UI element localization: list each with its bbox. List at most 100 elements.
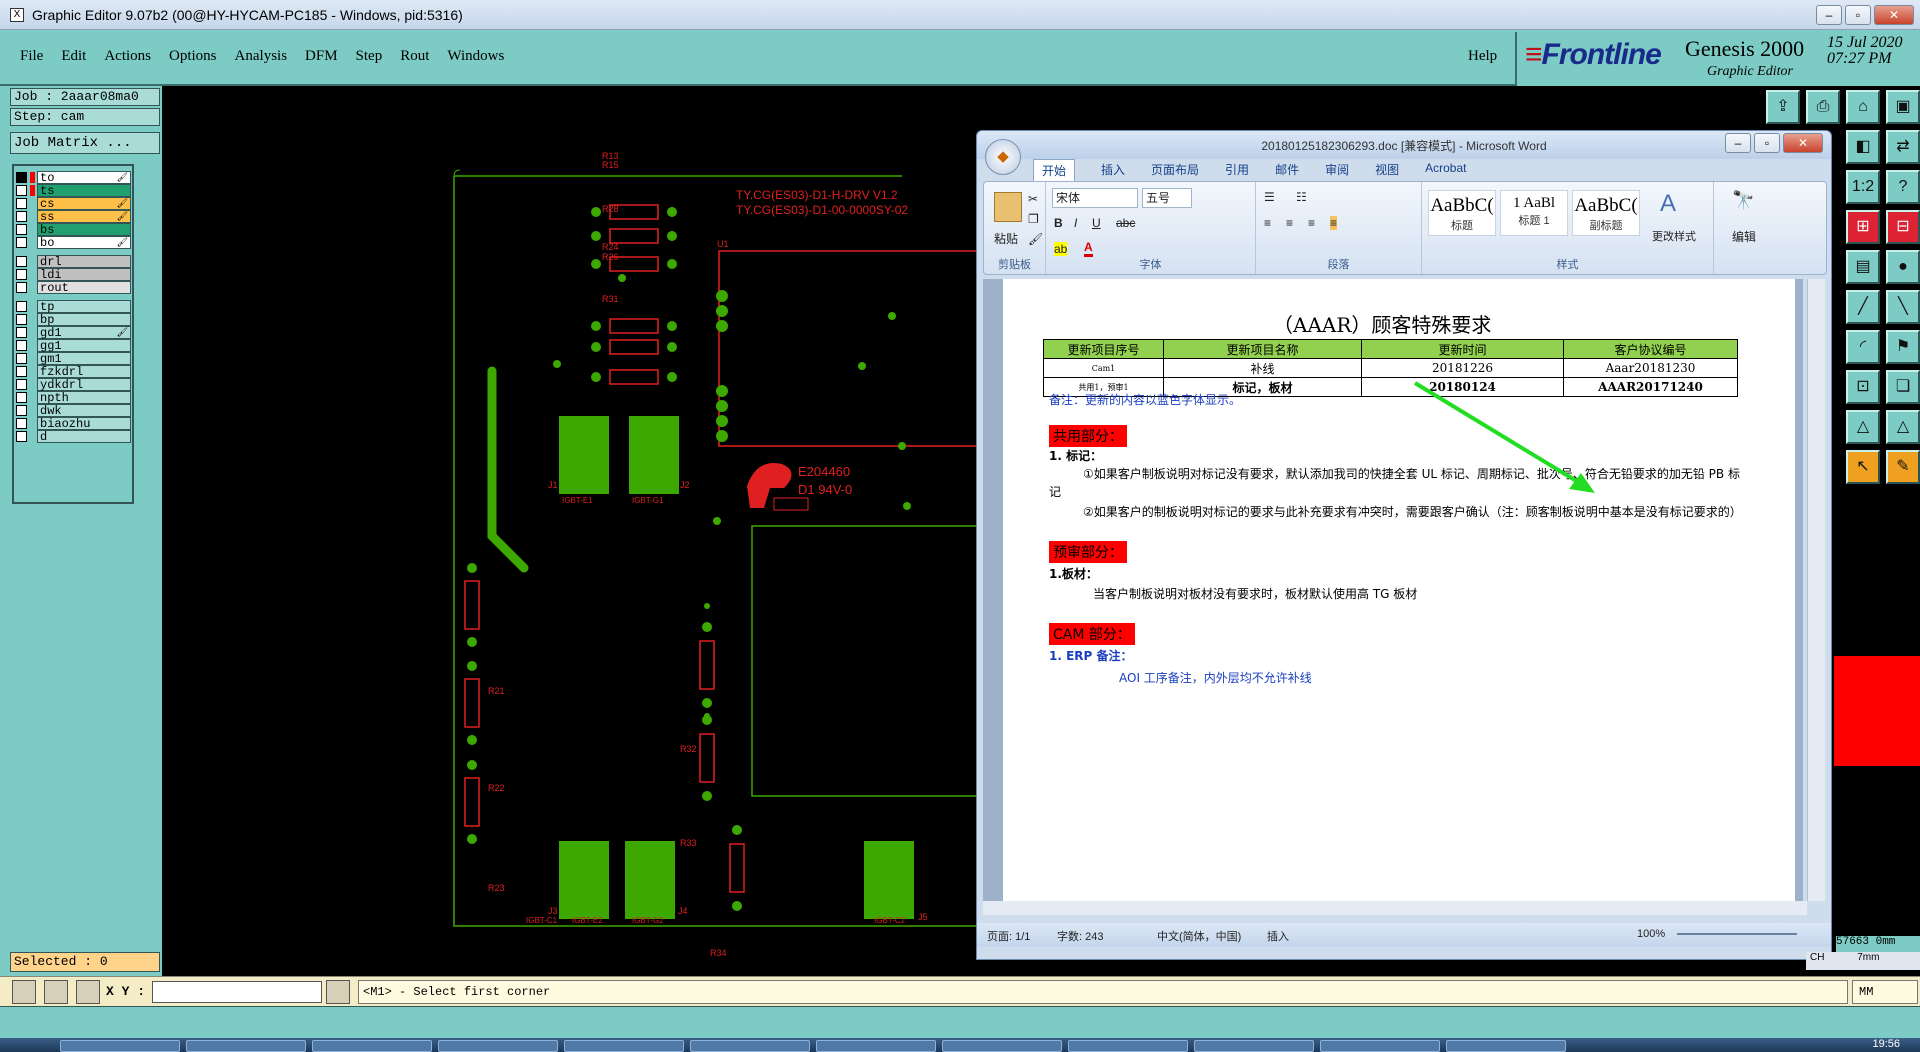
measure-icon[interactable]: ⊡	[1846, 370, 1880, 404]
bold-button[interactable]: B	[1054, 216, 1063, 230]
document-page[interactable]: （AAAR）顾客特殊要求 更新项目序号 更新项目名称 更新时间 客户协议编号 C…	[1003, 279, 1795, 901]
layer-checkbox[interactable]	[16, 268, 27, 280]
highlight-button[interactable]: ab	[1054, 242, 1068, 256]
font-size-select[interactable]: 五号	[1142, 188, 1192, 208]
layer-name[interactable]: d	[37, 429, 131, 443]
ribbon-tab[interactable]: 开始	[1033, 159, 1076, 181]
italic-button[interactable]: I	[1074, 216, 1077, 230]
grid-icon[interactable]	[76, 980, 100, 1004]
minimize-button[interactable]: ‒	[1816, 4, 1842, 25]
line-icon[interactable]: ╱	[1846, 290, 1880, 324]
layer-row-to[interactable]: to 🖌	[16, 170, 131, 184]
panel-icon[interactable]: ◧	[1846, 130, 1880, 164]
vertical-scrollbar[interactable]	[1807, 279, 1825, 901]
layer-name[interactable]: bs	[37, 222, 131, 236]
layer-checkbox[interactable]	[16, 313, 27, 325]
layer-name[interactable]: npth	[37, 390, 131, 404]
ratio-icon[interactable]: 1:2	[1846, 170, 1880, 204]
taskbar-item[interactable]	[1446, 1040, 1566, 1052]
layer-row-npth[interactable]: npth	[16, 390, 131, 404]
horizontal-scrollbar[interactable]	[983, 901, 1807, 915]
word-close-button[interactable]: ✕	[1783, 133, 1823, 153]
edit-button[interactable]: 编辑	[1732, 228, 1756, 245]
change-styles-icon[interactable]: A	[1660, 190, 1676, 218]
numbering-icon[interactable]: ☷	[1296, 190, 1307, 204]
triangle-icon[interactable]: △	[1846, 410, 1880, 444]
menu-actions[interactable]: Actions	[104, 48, 151, 65]
layer-checkbox[interactable]	[16, 171, 27, 183]
menu-dfm[interactable]: DFM	[305, 48, 338, 65]
layer-name[interactable]: rout	[37, 280, 131, 294]
menu-rout[interactable]: Rout	[400, 48, 429, 65]
home-icon[interactable]: ⌂	[1846, 90, 1880, 124]
layer-row-biaozhu[interactable]: biaozhu	[16, 416, 131, 430]
cursor-icon[interactable]	[326, 980, 350, 1004]
status-mode[interactable]: 插入	[1267, 928, 1289, 944]
pointer-icon[interactable]: ↖	[1846, 450, 1880, 484]
layer-name[interactable]: gm1	[37, 351, 131, 365]
taskbar-item[interactable]	[1068, 1040, 1188, 1052]
ribbon-tab[interactable]: Acrobat	[1425, 161, 1466, 181]
layer-checkbox[interactable]	[16, 378, 27, 390]
print-icon[interactable]: ⎙	[1806, 90, 1840, 124]
units-button[interactable]: MM	[1852, 980, 1918, 1004]
menu-options[interactable]: Options	[169, 48, 217, 65]
taskbar-item[interactable]	[1194, 1040, 1314, 1052]
maximize-button[interactable]: ▫	[1845, 4, 1871, 25]
layer-checkbox[interactable]	[16, 352, 27, 364]
paste-icon[interactable]	[994, 192, 1022, 222]
ribbon-tab[interactable]: 插入	[1101, 161, 1125, 181]
word-minimize-button[interactable]: ‒	[1725, 133, 1751, 153]
underline-button[interactable]: U	[1092, 216, 1101, 230]
help-icon[interactable]: ?	[1886, 170, 1920, 204]
layer-checkbox[interactable]	[16, 197, 27, 209]
taskbar-item[interactable]	[564, 1040, 684, 1052]
export-icon[interactable]: ⇪	[1766, 90, 1800, 124]
copy-tool-icon[interactable]: ❏	[1886, 370, 1920, 404]
layer-row-ydkdrl[interactable]: ydkdrl	[16, 377, 131, 391]
layer-row-tp[interactable]: tp	[16, 299, 131, 313]
layer-checkbox[interactable]	[16, 404, 27, 416]
layer-checkbox[interactable]	[16, 281, 27, 293]
close-button[interactable]: ✕	[1874, 4, 1914, 25]
layer-name[interactable]: bo 🖌	[37, 235, 131, 249]
align-left-icon[interactable]: ≡	[1264, 216, 1271, 230]
layer-name[interactable]: dwk	[37, 403, 131, 417]
layer-tool-2-icon[interactable]: ⊟	[1886, 210, 1920, 244]
ribbon-tab[interactable]: 审阅	[1325, 161, 1349, 181]
taskbar-item[interactable]	[690, 1040, 810, 1052]
zoom-slider[interactable]	[1677, 933, 1797, 935]
layer-checkbox[interactable]	[16, 339, 27, 351]
layer-row-fzkdrl[interactable]: fzkdrl	[16, 364, 131, 378]
layer-checkbox[interactable]	[16, 365, 27, 377]
layer-row-rout[interactable]: rout	[16, 280, 131, 294]
layer-checkbox[interactable]	[16, 430, 27, 442]
font-color-button[interactable]: A	[1084, 240, 1093, 257]
menu-file[interactable]: File	[20, 48, 43, 65]
find-icon[interactable]: 🔭	[1732, 190, 1754, 211]
ribbon-tab[interactable]: 视图	[1375, 161, 1399, 181]
font-name-select[interactable]: 宋体	[1052, 188, 1138, 208]
layer-name[interactable]: gg1	[37, 338, 131, 352]
menu-step[interactable]: Step	[356, 48, 383, 65]
zoom-area-icon[interactable]	[12, 980, 36, 1004]
layer-row-bo[interactable]: bo 🖌	[16, 235, 131, 249]
film-icon[interactable]: ▤	[1846, 250, 1880, 284]
layer-checkbox[interactable]	[16, 210, 27, 222]
layer-row-ts[interactable]: ts	[16, 183, 131, 197]
line2-icon[interactable]: ╲	[1886, 290, 1920, 324]
layer-checkbox[interactable]	[16, 417, 27, 429]
layer-row-bs[interactable]: bs	[16, 222, 131, 236]
arc-icon[interactable]: ◜	[1846, 330, 1880, 364]
swap-icon[interactable]: ⇄	[1886, 130, 1920, 164]
layer-name[interactable]: bp	[37, 312, 131, 326]
layer-row-gd1[interactable]: gd1 🖌	[16, 325, 131, 339]
taskbar-item[interactable]	[942, 1040, 1062, 1052]
layer-row-drl[interactable]: drl	[16, 254, 131, 268]
layer-checkbox[interactable]	[16, 184, 27, 196]
layer-name[interactable]: drl	[37, 254, 131, 268]
style-subtitle[interactable]: AaBbC(副标题	[1572, 190, 1640, 236]
ribbon-tab[interactable]: 页面布局	[1151, 161, 1199, 181]
layer-checkbox[interactable]	[16, 300, 27, 312]
layer-name[interactable]: tp	[37, 299, 131, 313]
